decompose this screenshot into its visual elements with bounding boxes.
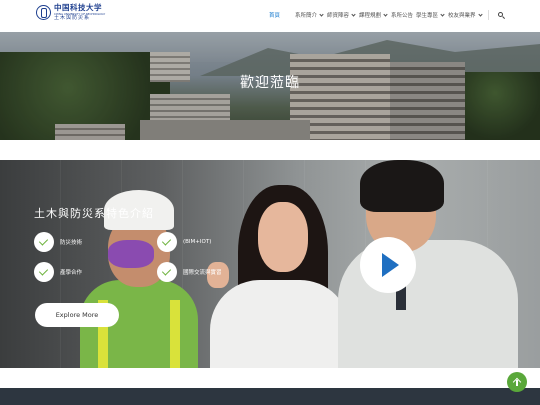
university-emblem-icon [36,5,51,21]
logo-text: 中国科技大学 CHINA UNIVERSITY OF TECHNOLOGY 土木… [54,4,105,21]
student-figure [210,280,350,368]
explore-more-button[interactable]: Explore More [35,303,119,327]
site-header: 中国科技大学 CHINA UNIVERSITY OF TECHNOLOGY 土木… [0,0,540,32]
nav-divider [488,10,489,20]
hero-banner: 歡迎蒞臨 [0,32,540,140]
nav-item-label: 系所公告 [391,13,414,19]
check-label: 產學合作 [60,270,83,276]
face-mask [108,240,154,268]
search-handle [501,15,506,19]
check-icon [157,232,177,252]
feature-check-item: 產學合作 [34,262,82,282]
check-label: 國際交流與實習 [183,270,222,276]
nav-item-faculty[interactable]: 師資陣容 [327,11,356,19]
check-label: 防災技術 [60,240,83,246]
nav-item-label: 系所簡介 [295,13,318,19]
nav-item-announcements[interactable]: 系所公告 [391,11,413,19]
student-hair [360,160,444,212]
logo-dept: 土木與防災系 [54,15,91,22]
nav-item-courses[interactable]: 課程規劃 [359,11,388,19]
nav-item-about[interactable]: 系所簡介 [295,11,324,19]
back-to-top-icon[interactable] [507,372,527,392]
chevron-down-icon [351,11,356,17]
chevron-down-icon [440,11,445,17]
nav-item-label: 校友與業界 [448,13,476,19]
search-icon[interactable] [496,10,508,22]
chevron-down-icon [383,11,388,17]
check-icon [34,262,54,282]
nav-item-home[interactable]: 首頁 [269,11,280,19]
chevron-down-icon [319,11,324,17]
play-icon[interactable] [360,237,416,293]
feature-check-item: 國際交流與實習 [157,262,222,282]
feature-section: 土木與防災系特色介紹 防災技術 (BIM+IOT) 產學合作 國際交流與實習 E… [0,160,540,368]
feature-title: 土木與防災系特色介紹 [34,207,154,220]
feature-check-item: 防災技術 [34,232,82,252]
chevron-down-icon [477,11,483,17]
nav-item-label: 首頁 [269,13,281,19]
student-face [258,202,308,272]
logo-name: 中国科技大学 [54,3,102,12]
check-icon [34,232,54,252]
nav-item-alumni[interactable]: 校友與業界 [448,11,483,19]
page: 中国科技大学 CHINA UNIVERSITY OF TECHNOLOGY 土木… [0,0,540,405]
footer-strip [0,388,540,405]
nav-item-label: 學生專區 [416,13,439,19]
check-label: (BIM+IOT) [183,239,212,245]
nav-item-students[interactable]: 學生專區 [416,11,445,19]
nav-item-label: 課程規劃 [359,13,382,19]
hero-title: 歡迎蒞臨 [240,75,300,91]
nav-item-label: 師資陣容 [327,13,350,19]
university-logo[interactable]: 中国科技大学 CHINA UNIVERSITY OF TECHNOLOGY 土木… [36,4,105,21]
safety-vest-stripe [170,300,180,368]
feature-check-item: (BIM+IOT) [157,232,211,252]
check-icon [157,262,177,282]
